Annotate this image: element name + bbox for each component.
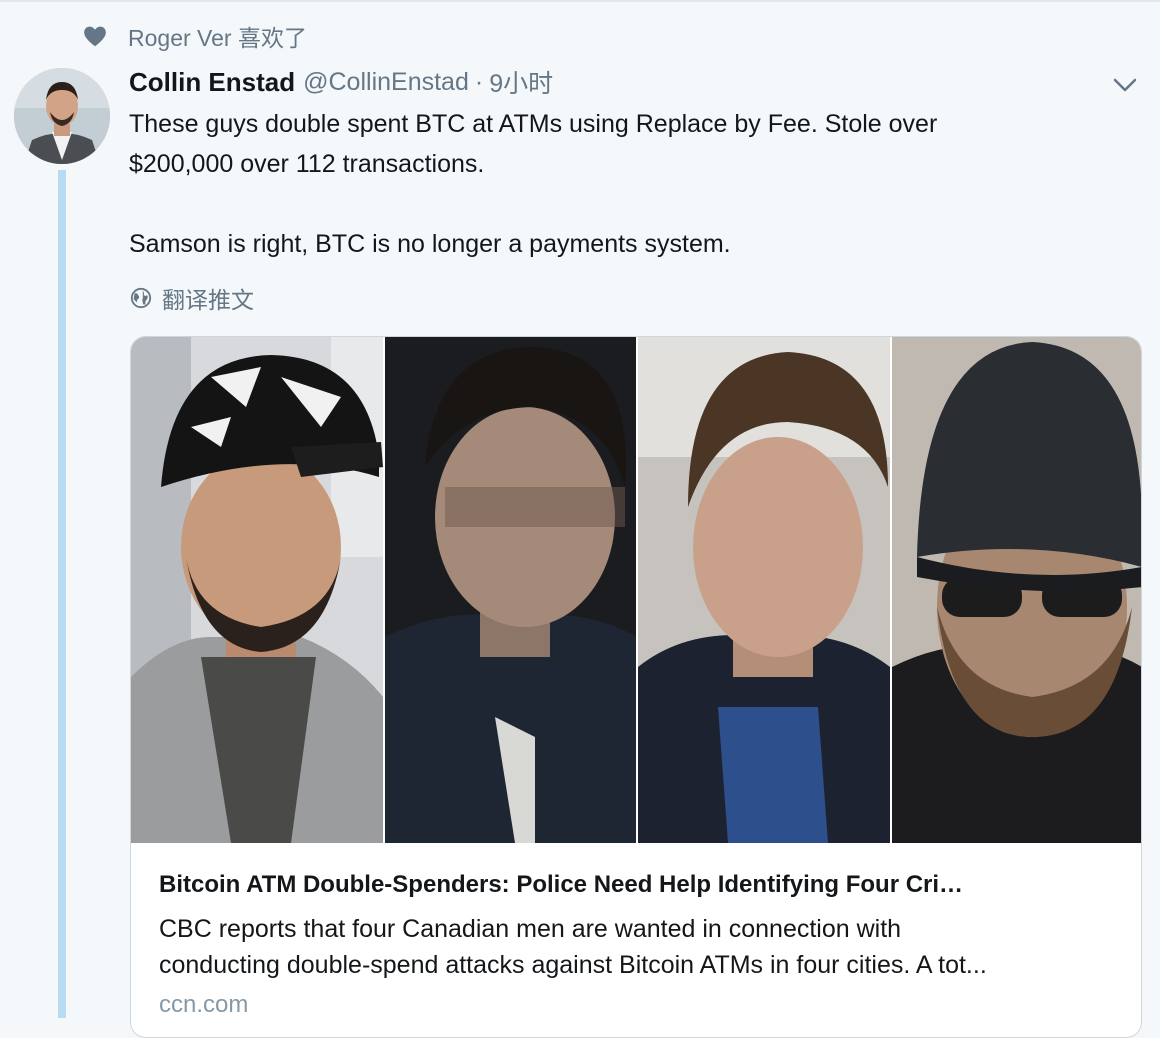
suspect-photo-2 — [382, 337, 636, 843]
card-domain: ccn.com — [159, 991, 249, 1018]
avatar[interactable] — [14, 68, 110, 164]
chevron-down-icon[interactable] — [1110, 70, 1140, 100]
separator-dot: · — [474, 67, 484, 96]
globe-icon — [130, 287, 152, 309]
tweet-text-line: Samson is right, BTC is no longer a paym… — [129, 230, 731, 258]
suspect-photo-1 — [131, 337, 383, 843]
heart-icon — [84, 26, 106, 47]
card-description-line: conducting double-spend attacks against … — [159, 951, 987, 979]
thread-connector-line — [58, 170, 66, 1018]
avatar-image — [14, 68, 110, 164]
card-image — [131, 337, 1141, 843]
card-body: Bitcoin ATM Double-Spenders: Police Need… — [159, 859, 1119, 1019]
liked-by-text: Roger Ver 喜欢了 — [128, 25, 307, 51]
link-card[interactable]: Bitcoin ATM Double-Spenders: Police Need… — [130, 336, 1142, 1038]
social-context[interactable]: Roger Ver 喜欢了 — [82, 18, 307, 54]
top-divider — [0, 0, 1160, 2]
suspect-photo-4 — [889, 337, 1141, 843]
tweet-text-line: $200,000 over 112 transactions. — [129, 150, 485, 178]
translate-tweet-link[interactable]: 翻译推文 — [130, 282, 254, 314]
tweet-text-line: These guys double spent BTC at ATMs usin… — [129, 110, 938, 138]
translate-label: 翻译推文 — [162, 287, 254, 313]
card-title: Bitcoin ATM Double-Spenders: Police Need… — [159, 871, 964, 898]
suspect-photo-3 — [636, 337, 890, 843]
author-handle[interactable]: @CollinEnstad — [303, 68, 469, 97]
author-name[interactable]: Collin Enstad — [129, 67, 295, 98]
card-description-line: CBC reports that four Canadian men are w… — [159, 915, 902, 943]
tweet-header: Collin Enstad @CollinEnstad · 9小时 — [129, 62, 553, 102]
tweet-text: These guys double spent BTC at ATMs usin… — [129, 104, 1129, 264]
card-description: CBC reports that four Canadian men are w… — [159, 911, 1119, 983]
timestamp[interactable]: 9小时 — [489, 64, 553, 100]
